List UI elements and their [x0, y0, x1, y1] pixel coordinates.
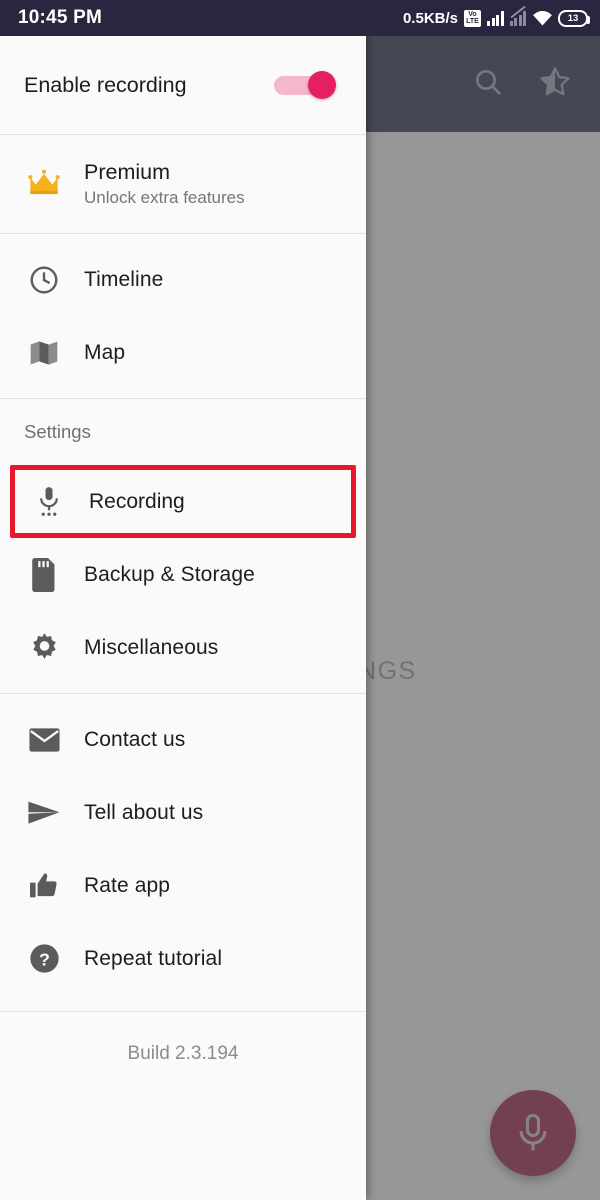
drawer-item-label: Recording — [89, 489, 185, 513]
settings-section-header: Settings — [24, 421, 91, 442]
drawer-item-label: Repeat tutorial — [84, 946, 223, 970]
volte-bottom: LTE — [466, 18, 479, 25]
premium-subtitle: Unlock extra features — [84, 188, 245, 207]
microphone-settings-icon — [27, 485, 71, 519]
drawer-item-label: Miscellaneous — [84, 635, 219, 659]
enable-recording-toggle[interactable] — [274, 71, 336, 99]
clock-icon — [22, 264, 66, 296]
envelope-icon — [22, 727, 66, 753]
phone-screen: NO RECORDINGS — [0, 0, 600, 1200]
network-speed-label: 0.5KB/s — [402, 9, 458, 27]
gear-icon — [22, 631, 66, 664]
status-icons: 0.5KB/s Vo LTE 13 — [402, 9, 590, 27]
drawer-item-premium[interactable]: Premium Unlock extra features — [0, 135, 366, 233]
drawer-item-recording[interactable]: Recording — [10, 465, 356, 538]
drawer-item-tell-about-us[interactable]: Tell about us — [0, 776, 366, 849]
thumb-up-icon — [22, 870, 66, 902]
status-bar: 10:45 PM 0.5KB/s Vo LTE 13 — [0, 0, 600, 36]
drawer-item-label: Rate app — [84, 873, 171, 897]
drawer-item-timeline[interactable]: Timeline — [0, 243, 366, 316]
navigation-drawer: Enable recording Premium Unlock extra fe… — [0, 36, 366, 1200]
signal-bars-off-icon — [509, 10, 526, 26]
drawer-item-label: Map — [84, 340, 126, 364]
question-circle-icon: ? — [22, 942, 66, 975]
premium-title: Premium — [84, 160, 171, 184]
drawer-item-label: Tell about us — [84, 800, 204, 824]
drawer-item-backup-storage[interactable]: Backup & Storage — [0, 538, 366, 611]
map-icon — [22, 337, 66, 369]
svg-text:?: ? — [39, 949, 50, 969]
drawer-item-label: Contact us — [84, 727, 186, 751]
battery-icon: 13 — [558, 9, 590, 27]
volte-icon: Vo LTE — [464, 9, 481, 27]
crown-icon — [22, 169, 66, 199]
status-clock: 10:45 PM — [18, 7, 102, 28]
signal-bars-icon — [487, 10, 504, 26]
drawer-item-label: Backup & Storage — [84, 562, 255, 586]
toggle-thumb — [308, 71, 336, 99]
drawer-item-contact-us[interactable]: Contact us — [0, 703, 366, 776]
enable-recording-row[interactable]: Enable recording — [0, 36, 366, 134]
premium-texts: Premium Unlock extra features — [84, 160, 245, 208]
enable-recording-label: Enable recording — [24, 72, 187, 97]
build-version-label: Build 2.3.194 — [127, 1043, 239, 1064]
drawer-item-rate-app[interactable]: Rate app — [0, 849, 366, 922]
volte-top: Vo — [468, 11, 477, 18]
sd-card-icon — [22, 557, 66, 592]
drawer-item-map[interactable]: Map — [0, 316, 366, 389]
drawer-item-label: Timeline — [84, 267, 164, 291]
drawer-item-miscellaneous[interactable]: Miscellaneous — [0, 611, 366, 684]
drawer-item-repeat-tutorial[interactable]: ? Repeat tutorial — [0, 922, 366, 995]
battery-level: 13 — [567, 12, 579, 24]
wifi-icon — [532, 10, 552, 26]
send-icon — [22, 800, 66, 826]
